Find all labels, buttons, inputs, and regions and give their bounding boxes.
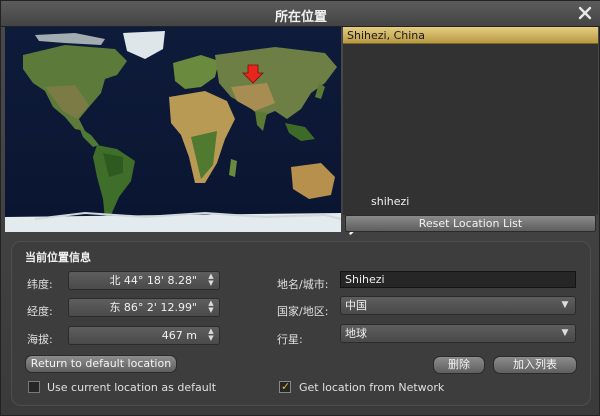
- window-title: 所在位置: [274, 10, 327, 25]
- planet-select[interactable]: 地球 ▼: [340, 324, 576, 343]
- altitude-field[interactable]: 467 m ▲ ▼: [68, 326, 220, 345]
- latitude-value: 北 44° 18' 8.28": [109, 274, 197, 287]
- add-to-list-button[interactable]: 加入列表: [493, 356, 577, 374]
- altitude-value: 467 m: [161, 329, 197, 342]
- use-current-default-checkbox[interactable]: [28, 381, 40, 393]
- country-select[interactable]: 中国 ▼: [340, 296, 576, 315]
- country-label: 国家/地区:: [277, 305, 329, 318]
- longitude-field[interactable]: 东 86° 2' 12.99" ▲ ▼: [68, 298, 220, 317]
- reset-location-list-button[interactable]: Reset Location List: [345, 215, 596, 232]
- chevron-down-icon[interactable]: ▼: [558, 298, 572, 313]
- city-input[interactable]: Shihezi: [340, 271, 576, 288]
- longitude-value: 东 86° 2' 12.99": [109, 301, 197, 314]
- search-input[interactable]: shihezi: [371, 195, 409, 208]
- city-label: 地名/城市:: [277, 278, 329, 291]
- longitude-label: 经度:: [27, 305, 53, 318]
- get-location-network-label: Get location from Network: [299, 381, 445, 394]
- chevron-down-icon[interactable]: ▼: [558, 326, 572, 341]
- return-to-default-button[interactable]: Return to default location: [25, 355, 177, 373]
- world-map[interactable]: [5, 27, 341, 232]
- latitude-field[interactable]: 北 44° 18' 8.28" ▲ ▼: [68, 271, 220, 290]
- search-results-list[interactable]: Shihezi, China: [343, 27, 598, 235]
- location-window: 所在位置 Shihezi, China shihezi Reset Locati…: [0, 0, 600, 416]
- world-map-image: [5, 27, 341, 232]
- altitude-stepper[interactable]: ▲ ▼: [204, 328, 218, 343]
- altitude-label: 海拔:: [27, 333, 53, 346]
- planet-label: 行星:: [277, 333, 303, 346]
- stepper-down-icon[interactable]: ▼: [204, 335, 218, 342]
- delete-button[interactable]: 删除: [433, 356, 485, 374]
- use-current-default-label: Use current location as default: [47, 381, 217, 394]
- title-bar: 所在位置: [1, 1, 600, 27]
- section-title: 当前位置信息: [25, 251, 91, 264]
- country-value: 中国: [345, 299, 367, 312]
- longitude-stepper[interactable]: ▲ ▼: [204, 300, 218, 315]
- latitude-label: 纬度:: [27, 278, 53, 291]
- close-icon[interactable]: [576, 4, 594, 22]
- list-item[interactable]: Shihezi, China: [343, 27, 598, 44]
- checkmark-icon: ✓: [281, 380, 291, 393]
- get-location-network-checkbox[interactable]: ✓: [279, 380, 291, 393]
- planet-value: 地球: [345, 327, 367, 340]
- latitude-stepper[interactable]: ▲ ▼: [204, 273, 218, 288]
- stepper-down-icon[interactable]: ▼: [204, 307, 218, 314]
- stepper-down-icon[interactable]: ▼: [204, 280, 218, 287]
